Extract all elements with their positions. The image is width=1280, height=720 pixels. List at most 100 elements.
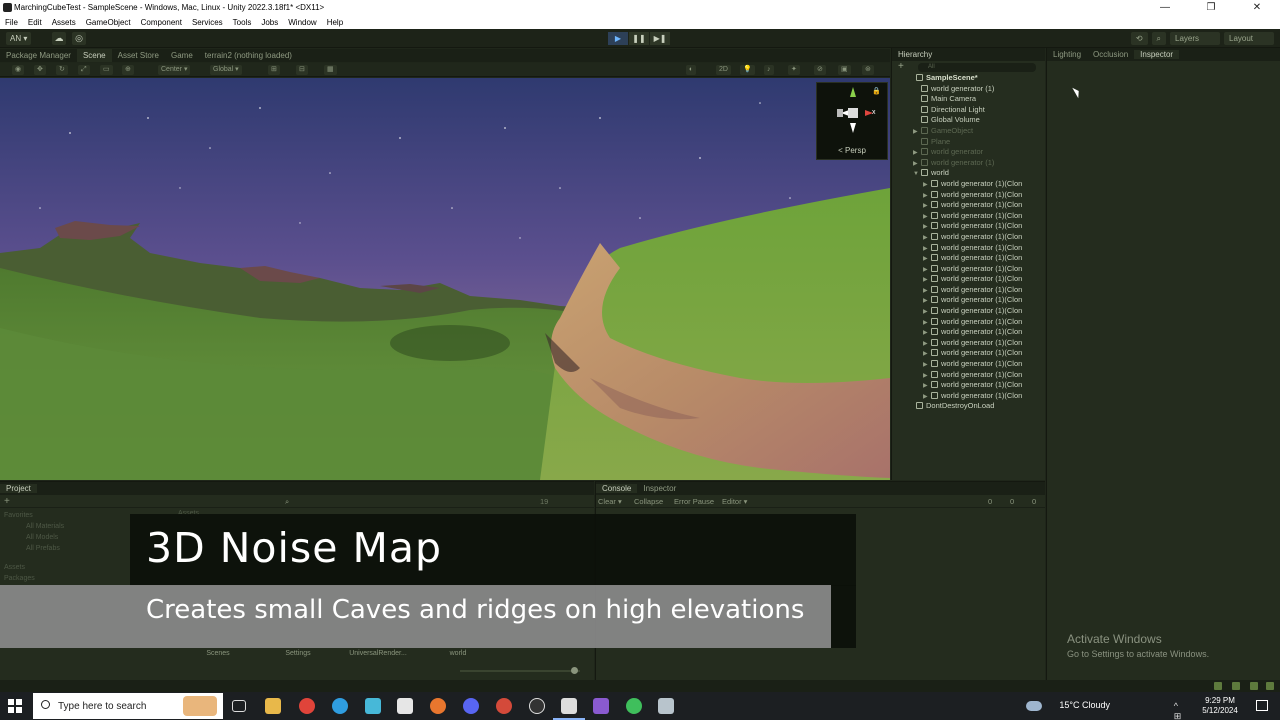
expand-arrow-icon[interactable]: ▶ — [923, 191, 931, 201]
hierarchy-item[interactable]: ▶ world generator (1)(Clon — [892, 348, 1045, 359]
editor-dropdown[interactable]: Editor ▾ — [722, 496, 747, 507]
menu-help[interactable]: Help — [322, 18, 348, 27]
discord-icon[interactable] — [463, 698, 479, 714]
hierarchy-item[interactable]: ▶ world generator (1)(Clon — [892, 317, 1045, 328]
account-dropdown[interactable]: AN ▾ — [6, 32, 32, 45]
hierarchy-item[interactable]: ▶ world generator (1) — [892, 158, 1045, 169]
menu-services[interactable]: Services — [187, 18, 228, 27]
expand-arrow-icon[interactable]: ▶ — [923, 328, 931, 338]
rotate-tool-icon[interactable]: ↻ — [56, 65, 68, 75]
menu-assets[interactable]: Assets — [47, 18, 81, 27]
hierarchy-item[interactable]: ▶ world generator (1)(Clon — [892, 380, 1045, 391]
effects-toggle-icon[interactable]: ✦ — [788, 65, 800, 75]
warning-count[interactable]: 0 — [1010, 496, 1014, 507]
create-asset-button[interactable]: + — [4, 496, 10, 507]
hierarchy-item[interactable]: ▶ world generator (1)(Clon — [892, 274, 1045, 285]
expand-arrow-icon[interactable]: ▶ — [923, 349, 931, 359]
grid-snap-icon[interactable]: ⊞ — [268, 65, 280, 75]
expand-arrow-icon[interactable]: ▶ — [923, 318, 931, 328]
app-cube-icon[interactable] — [365, 698, 381, 714]
lock-icon[interactable]: 🔒 — [872, 87, 881, 95]
layers-dropdown[interactable]: Layers — [1170, 32, 1220, 45]
expand-arrow-icon[interactable]: ▼ — [913, 169, 921, 179]
expand-arrow-icon[interactable]: ▶ — [923, 244, 931, 254]
expand-arrow-icon[interactable]: ▶ — [913, 159, 921, 169]
expand-arrow-icon[interactable]: ▶ — [923, 286, 931, 296]
step-button[interactable]: ▶❚ — [650, 32, 670, 45]
hierarchy-item[interactable]: ▶ world generator (1)(Clon — [892, 370, 1045, 381]
hierarchy-scene-row[interactable]: SampleScene* — [892, 73, 1045, 84]
search-icon[interactable]: ⌕ — [1151, 32, 1166, 45]
icon-size-slider[interactable] — [460, 667, 580, 674]
app-window-icon[interactable] — [658, 698, 674, 714]
whatsapp-icon[interactable] — [626, 698, 642, 714]
expand-arrow-icon[interactable]: ▶ — [913, 148, 921, 158]
audio-toggle-icon[interactable]: ♪ — [764, 65, 774, 75]
tab-asset-store[interactable]: Asset Store — [112, 49, 165, 62]
tray-icons[interactable]: ^ ⊞ 🎤 ◻ 🔊 — [1174, 701, 1188, 720]
cloud-icon[interactable]: ☁ — [52, 32, 66, 45]
hierarchy-item[interactable]: ▶ world generator (1)(Clon — [892, 359, 1045, 370]
expand-arrow-icon[interactable]: ▶ — [923, 201, 931, 211]
hierarchy-item[interactable]: ▶ world generator (1)(Clon — [892, 200, 1045, 211]
gizmos-icon[interactable]: ⊛ — [862, 65, 874, 75]
tab-hierarchy[interactable]: Hierarchy — [892, 50, 938, 59]
console-status-icon[interactable] — [1266, 682, 1274, 690]
hierarchy-item[interactable]: ▶ world generator (1)(Clon — [892, 306, 1045, 317]
expand-arrow-icon[interactable]: ▶ — [923, 392, 931, 402]
expand-arrow-icon[interactable]: ▶ — [923, 180, 931, 190]
hierarchy-item[interactable]: ▶ world generator (1)(Clon — [892, 327, 1045, 338]
collab-icon[interactable]: ◎ — [72, 32, 86, 45]
folder-settings[interactable]: Settings — [258, 650, 338, 657]
shading-mode-icon[interactable]: ◐ — [686, 65, 697, 75]
play-button[interactable]: ▶ — [608, 32, 628, 45]
expand-arrow-icon[interactable]: ▶ — [923, 265, 931, 275]
obs-icon[interactable] — [529, 698, 545, 714]
hierarchy-item[interactable]: ▶ world generator (1)(Clon — [892, 179, 1045, 190]
expand-arrow-icon[interactable]: ▶ — [923, 212, 931, 222]
camera-settings-icon[interactable]: ▣ — [838, 65, 851, 75]
expand-arrow-icon[interactable]: ▶ — [923, 275, 931, 285]
layout-dropdown[interactable]: Layout — [1224, 32, 1274, 45]
hierarchy-item[interactable]: world generator (1) — [892, 84, 1045, 95]
incremental-snap-icon[interactable]: ▦ — [324, 65, 337, 75]
firefox-icon[interactable] — [430, 698, 446, 714]
taskbar-search-box[interactable]: Type here to search — [33, 693, 223, 719]
hierarchy-item[interactable]: ▶ world generator (1)(Clon — [892, 211, 1045, 222]
tab-lighting[interactable]: Lighting — [1047, 50, 1087, 59]
collapse-button[interactable]: Collapse — [634, 496, 663, 507]
rect-tool-icon[interactable]: ▭ — [100, 65, 113, 75]
clear-button[interactable]: Clear ▾ — [598, 496, 622, 507]
scene-viewport[interactable]: x 🔒 < Persp — [0, 78, 890, 480]
expand-arrow-icon[interactable]: ▶ — [913, 127, 921, 137]
debug-mode-icon[interactable] — [1250, 682, 1258, 690]
windows-start-icon[interactable] — [8, 699, 22, 713]
expand-arrow-icon[interactable]: ▶ — [923, 233, 931, 243]
taskbar-clock[interactable]: 9:29 PM 5/12/2024 — [1198, 696, 1242, 716]
pause-button[interactable]: ❚❚ — [629, 32, 649, 45]
hierarchy-item[interactable]: ▶ world generator (1)(Clon — [892, 338, 1045, 349]
weather-widget[interactable]: 15°C Cloudy — [1059, 700, 1110, 710]
project-search-icon[interactable]: ⌕ — [285, 496, 289, 507]
hierarchy-item[interactable]: ▶ world generator (1)(Clon — [892, 295, 1045, 306]
notification-icon[interactable] — [1256, 700, 1268, 711]
expand-arrow-icon[interactable]: ▶ — [923, 307, 931, 317]
expand-arrow-icon[interactable]: ▶ — [923, 339, 931, 349]
menu-window[interactable]: Window — [283, 18, 321, 27]
tab-console[interactable]: Console — [596, 484, 638, 493]
hierarchy-dontdestroy-row[interactable]: DontDestroyOnLoad — [892, 401, 1045, 412]
hierarchy-item[interactable]: ▶ world generator (1)(Clon — [892, 232, 1045, 243]
tab-package-manager[interactable]: Package Manager — [0, 49, 77, 62]
hierarchy-item[interactable]: ▶ world generator (1)(Clon — [892, 285, 1045, 296]
folder-scenes[interactable]: Scenes — [178, 650, 258, 657]
menu-tools[interactable]: Tools — [228, 18, 257, 27]
close-button[interactable]: ✕ — [1234, 0, 1280, 15]
hierarchy-item[interactable]: ▶ world generator (1)(Clon — [892, 253, 1045, 264]
menu-file[interactable]: File — [0, 18, 23, 27]
task-view-icon[interactable] — [232, 700, 246, 712]
expand-arrow-icon[interactable]: ▶ — [923, 254, 931, 264]
scale-tool-icon[interactable]: ⤢ — [78, 65, 90, 75]
folder-universal-render[interactable]: UniversalRender... — [338, 650, 418, 657]
expand-arrow-icon[interactable]: ▶ — [923, 296, 931, 306]
menu-edit[interactable]: Edit — [23, 18, 47, 27]
